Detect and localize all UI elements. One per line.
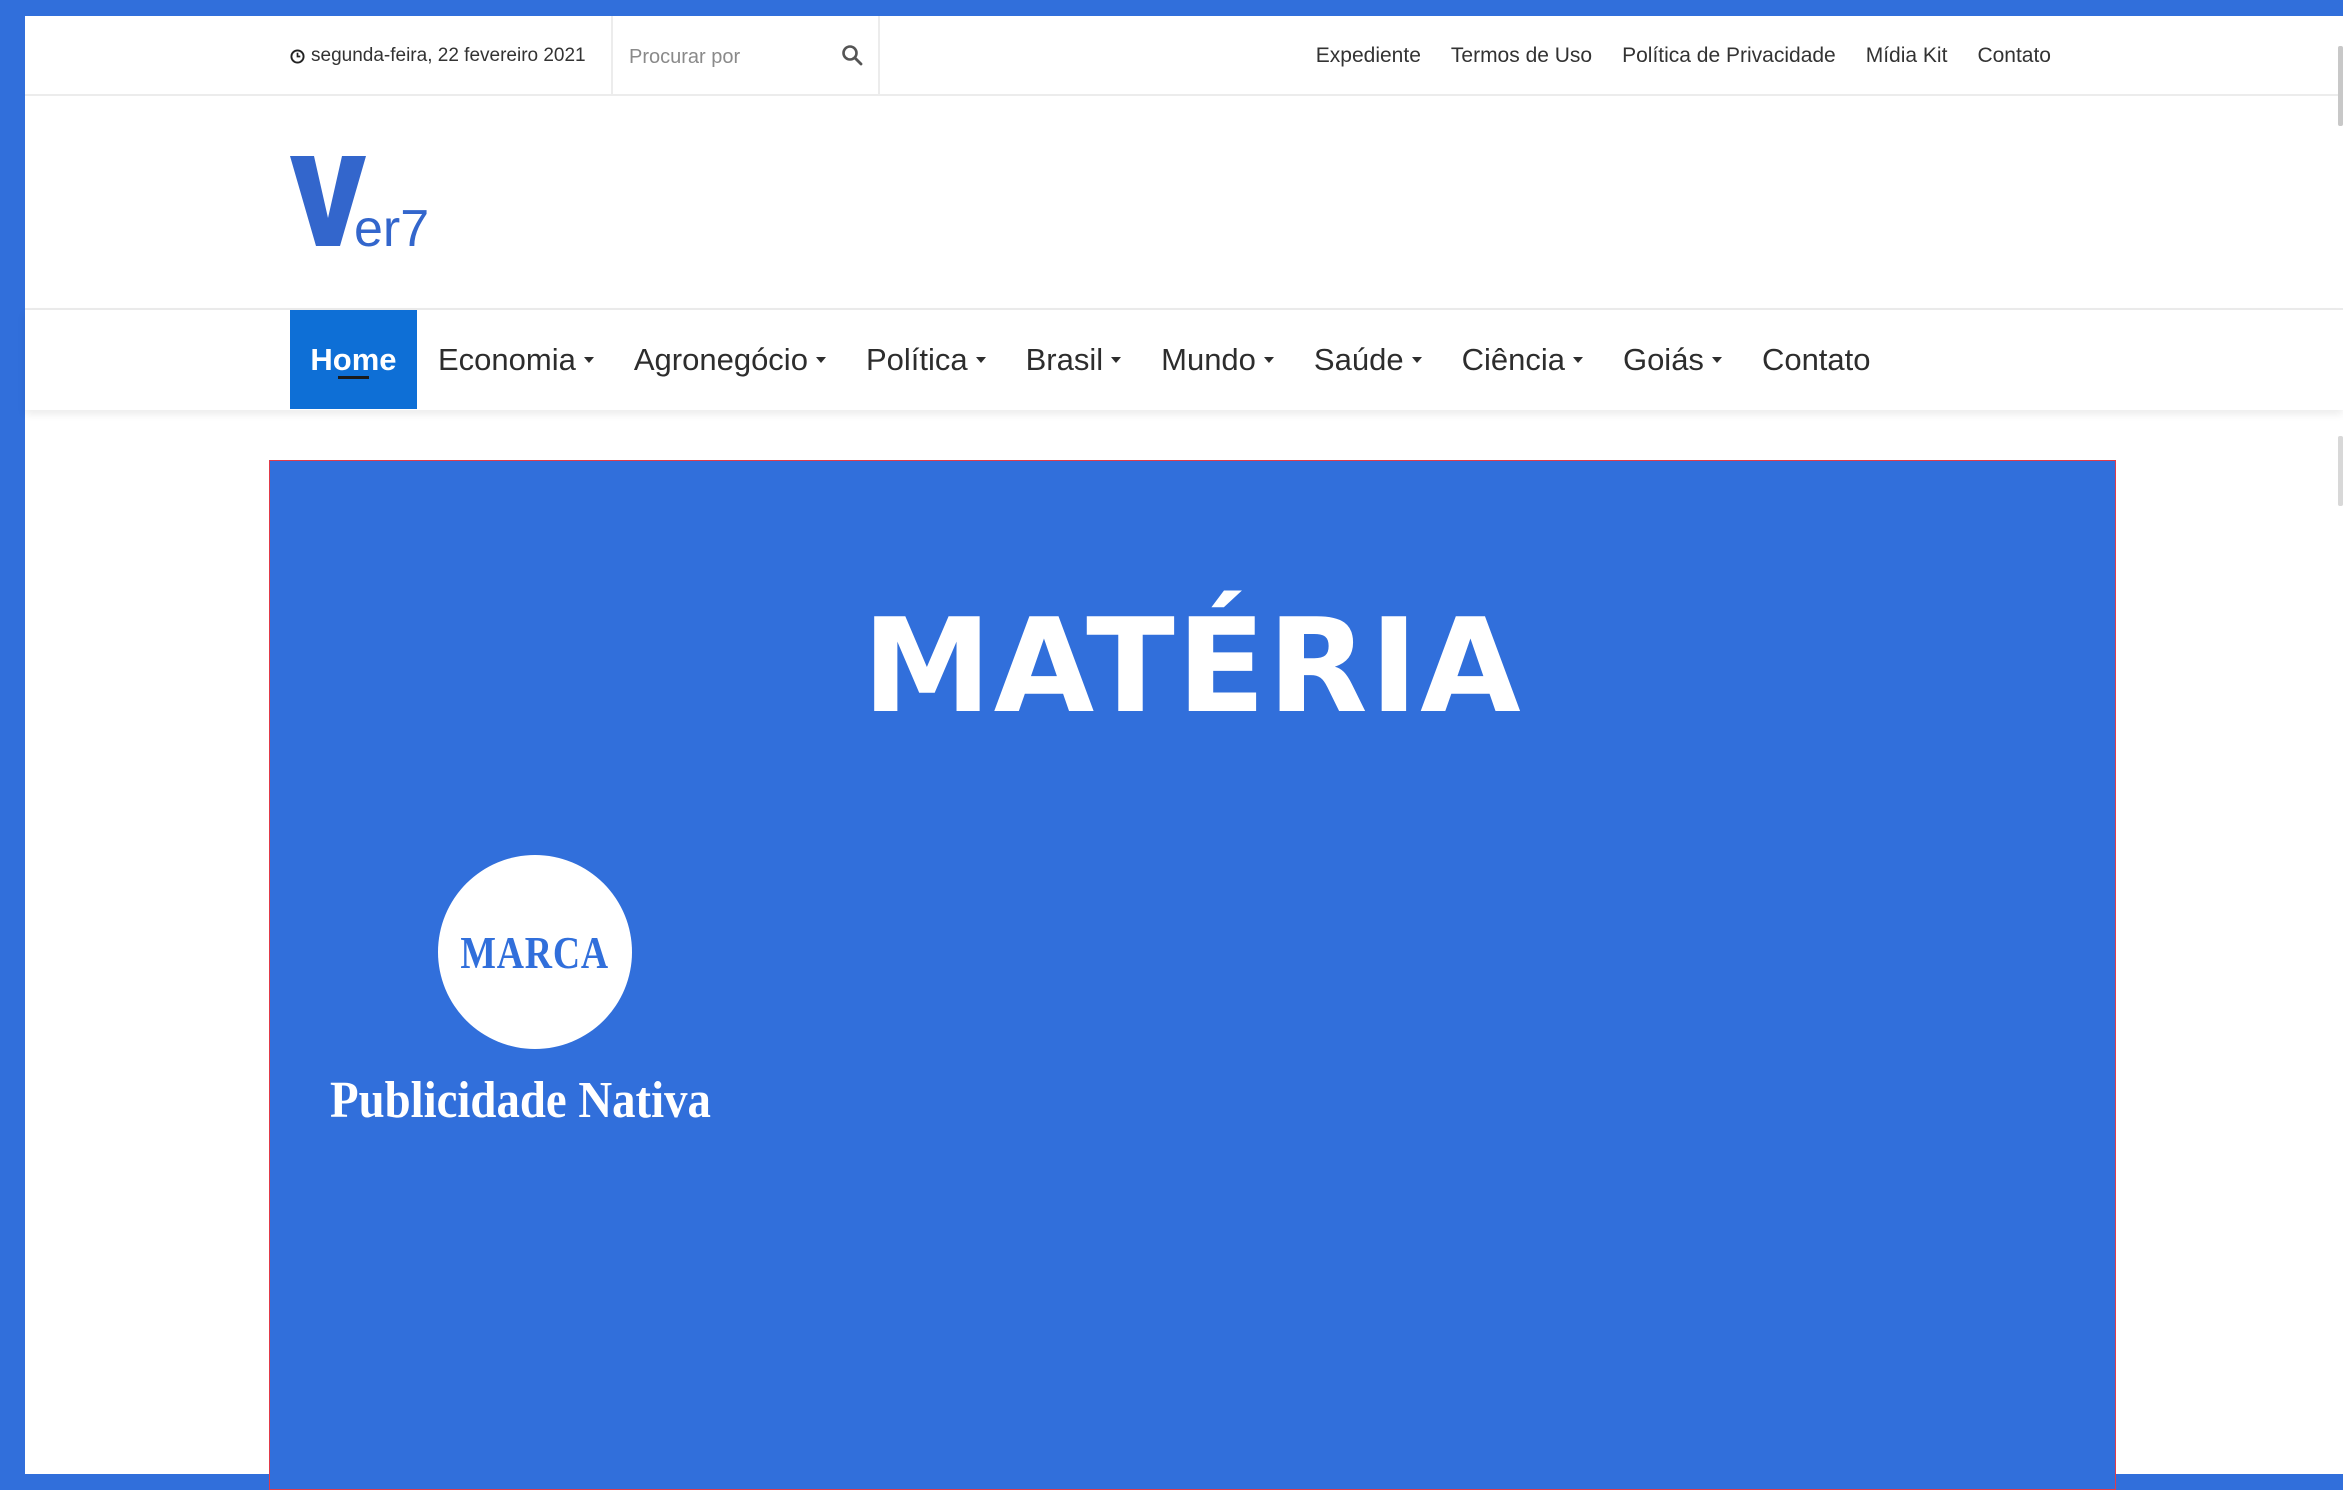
nav-item-contato[interactable]: Contato (1762, 342, 1871, 378)
logo-graphic: er7 (290, 156, 429, 258)
search-box (611, 16, 880, 96)
chevron-down-icon (1411, 356, 1422, 363)
date-display: segunda-feira, 22 fevereiro 2021 (290, 16, 586, 96)
nav-item-economia[interactable]: Economia (438, 342, 594, 378)
nav-item-label: Ciência (1461, 341, 1565, 377)
date-text: segunda-feira, 22 fevereiro 2021 (311, 45, 586, 66)
nav-item-mundo[interactable]: Mundo (1161, 342, 1274, 378)
top-bar: segunda-feira, 22 fevereiro 2021 Expedie… (25, 16, 2343, 96)
top-links: Expediente Termos de Uso Política de Pri… (1316, 16, 2051, 96)
banner-title: MATÉRIA (862, 590, 1523, 742)
top-link-termos[interactable]: Termos de Uso (1451, 44, 1592, 68)
nav-item-agronegocio[interactable]: Agronegócio (634, 342, 826, 378)
brand-label: MARCA (460, 926, 610, 978)
nav-item-goias[interactable]: Goiás (1623, 342, 1722, 378)
top-link-privacidade[interactable]: Política de Privacidade (1622, 44, 1836, 68)
page: segunda-feira, 22 fevereiro 2021 Expedie… (25, 16, 2343, 1490)
top-link-midia-kit[interactable]: Mídia Kit (1866, 44, 1948, 68)
nav-item-label: Mundo (1161, 341, 1256, 377)
chevron-down-icon (815, 356, 826, 363)
search-input[interactable] (627, 38, 831, 76)
chevron-down-icon (583, 356, 594, 363)
nav-home[interactable]: Home (290, 310, 417, 409)
nav-item-label: Goiás (1622, 341, 1704, 377)
main-nav: Home Economia Agronegócio Política Brasi… (25, 310, 2343, 410)
nav-item-ciencia[interactable]: Ciência (1462, 342, 1583, 378)
site-logo[interactable]: er7 (290, 156, 440, 258)
nav-item-saude[interactable]: Saúde (1314, 342, 1422, 378)
scrollbar-thumb-secondary[interactable] (2338, 436, 2343, 506)
banner-subtitle: Publicidade Nativa (330, 1072, 711, 1129)
active-underline (338, 376, 369, 379)
svg-text:er7: er7 (354, 200, 429, 251)
search-icon[interactable] (840, 43, 864, 67)
chevron-down-icon (1711, 356, 1722, 363)
chevron-down-icon (1111, 356, 1122, 363)
nav-home-label: Home (310, 341, 397, 377)
scrollbar-thumb[interactable] (2338, 46, 2343, 126)
chevron-down-icon (975, 356, 986, 363)
nav-item-label: Brasil (1025, 341, 1104, 377)
nav-item-politica[interactable]: Política (866, 342, 986, 378)
chevron-down-icon (1572, 356, 1583, 363)
brand-circle: MARCA (438, 855, 632, 1049)
nav-item-label: Contato (1761, 341, 1871, 377)
native-ad-banner[interactable]: MATÉRIA MARCA Publicidade Nativa (269, 460, 2116, 1490)
top-link-expediente[interactable]: Expediente (1316, 44, 1421, 68)
nav-item-label: Política (865, 341, 968, 377)
nav-item-brasil[interactable]: Brasil (1026, 342, 1122, 378)
nav-items: Economia Agronegócio Política Brasil Mun… (438, 310, 1871, 409)
chevron-down-icon (1263, 356, 1274, 363)
nav-item-label: Agronegócio (633, 341, 808, 377)
nav-item-label: Saúde (1313, 341, 1404, 377)
nav-item-label: Economia (438, 341, 576, 377)
clock-icon (290, 48, 305, 64)
top-link-contato[interactable]: Contato (1977, 44, 2051, 68)
